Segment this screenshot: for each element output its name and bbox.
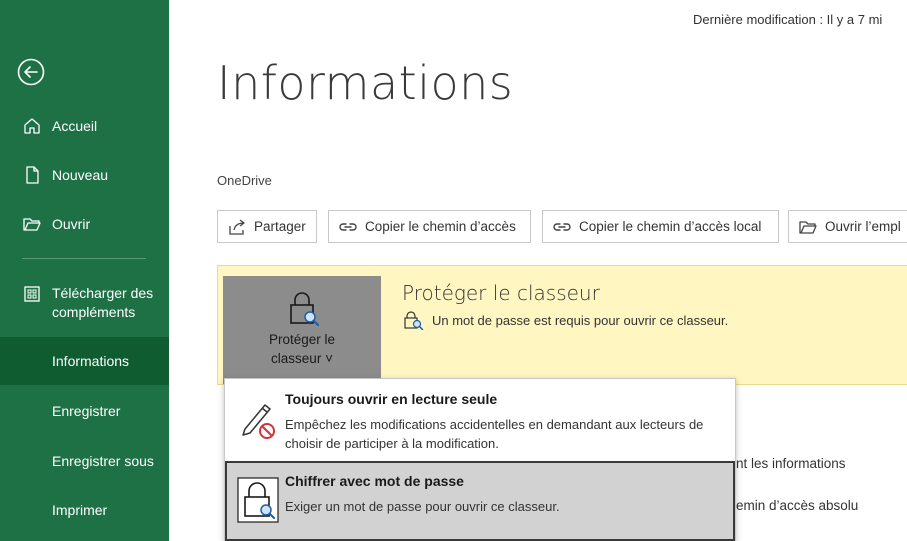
sidebar-item-accueil[interactable]: Accueil xyxy=(0,108,169,144)
sidebar-item-complements[interactable]: Télécharger des compléments xyxy=(0,278,169,328)
file-location: OneDrive xyxy=(217,173,272,188)
sidebar-item-label: Nouveau xyxy=(52,167,109,183)
protect-workbook-menu: Toujours ouvrir en lecture seule Empêche… xyxy=(224,378,736,541)
pencil-no-edit-icon xyxy=(242,404,275,439)
sidebar-item-label: Télécharger des compléments xyxy=(52,285,154,320)
sidebar-divider xyxy=(22,258,146,259)
backstage-sidebar: Accueil Nouveau Ouvrir Télécharger des c… xyxy=(0,0,169,541)
sidebar-item-imprimer[interactable]: Imprimer xyxy=(0,492,169,528)
home-icon xyxy=(24,118,40,134)
menu-item-title: Toujours ouvrir en lecture seule xyxy=(285,391,498,407)
sidebar-item-label: Informations xyxy=(52,353,130,369)
absolute-path-text-partial: emin d’accès absolu xyxy=(736,498,859,513)
sidebar-item-informations[interactable]: Informations xyxy=(0,337,169,385)
protect-section-title: Protéger le classeur xyxy=(402,281,600,305)
sidebar-item-label: Enregistrer xyxy=(52,403,121,419)
new-document-icon xyxy=(26,166,39,184)
link-icon xyxy=(339,222,357,231)
back-arrow-icon[interactable] xyxy=(17,58,45,86)
protect-workbook-button[interactable]: Protéger le classeur ˅ xyxy=(223,276,381,384)
menu-item-description: Exiger un mot de passe pour ouvrir ce cl… xyxy=(285,499,560,514)
menu-item-encrypt-password[interactable]: Chiffrer avec mot de passe Exiger un mot… xyxy=(225,461,735,541)
folder-open-icon xyxy=(23,218,41,231)
open-location-button[interactable]: Ouvrir l’empl xyxy=(788,210,907,243)
protect-section-description: Un mot de passe est requis pour ouvrir c… xyxy=(432,313,729,328)
properties-text-partial: nt les informations xyxy=(736,456,846,471)
share-icon xyxy=(229,218,245,235)
copy-local-path-label: Copier le chemin d’accès local xyxy=(579,219,762,234)
menu-item-read-only[interactable]: Toujours ouvrir en lecture seule Empêche… xyxy=(225,379,735,461)
protect-label-line2: classeur ˅ xyxy=(271,351,333,366)
protect-workbook-label: Protéger le classeur ˅ xyxy=(223,330,381,368)
sidebar-item-enregistrer[interactable]: Enregistrer xyxy=(0,393,169,429)
sidebar-item-enregistrer-sous[interactable]: Enregistrer sous xyxy=(0,443,169,479)
copy-local-path-button[interactable]: Copier le chemin d’accès local xyxy=(542,210,779,243)
sidebar-item-ouvrir[interactable]: Ouvrir xyxy=(0,206,169,242)
sidebar-item-label: Accueil xyxy=(52,118,98,134)
copy-path-button[interactable]: Copier le chemin d’accès xyxy=(328,210,531,243)
lock-icon xyxy=(237,477,279,523)
store-icon xyxy=(24,286,40,302)
lock-search-icon xyxy=(404,311,424,330)
protect-label-line1: Protéger le xyxy=(268,332,336,347)
sidebar-item-label: Ouvrir xyxy=(52,216,91,232)
share-label: Partager xyxy=(254,219,306,234)
copy-path-label: Copier le chemin d’accès xyxy=(365,219,516,234)
share-button[interactable]: Partager xyxy=(217,210,317,243)
menu-item-description: Empêchez les modifications accidentelles… xyxy=(285,417,704,451)
menu-item-title: Chiffrer avec mot de passe xyxy=(285,473,464,489)
sidebar-item-label: Enregistrer sous xyxy=(52,453,154,469)
sidebar-item-nouveau[interactable]: Nouveau xyxy=(0,157,169,193)
last-modified-text: Dernière modification : Il y a 7 mi xyxy=(693,12,883,27)
link-icon xyxy=(553,222,571,231)
sidebar-item-label: Imprimer xyxy=(52,502,108,518)
page-title: Informations xyxy=(217,56,514,110)
folder-open-icon xyxy=(799,220,817,234)
lock-icon xyxy=(290,292,319,326)
open-location-label: Ouvrir l’empl xyxy=(825,219,901,234)
